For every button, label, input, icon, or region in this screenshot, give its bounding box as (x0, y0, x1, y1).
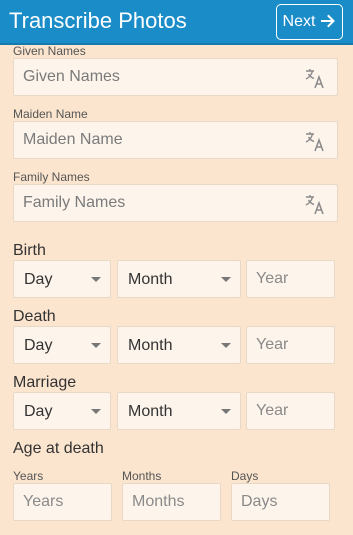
marriage-year-placeholder: Year (256, 402, 289, 419)
given-names-label: Given Names (13, 44, 86, 58)
transliterate-icon[interactable] (304, 67, 326, 89)
birth-year-placeholder: Year (256, 270, 289, 287)
marriage-month-value: Month (128, 403, 173, 420)
age-years-input[interactable]: Years (13, 483, 112, 521)
marriage-day-select[interactable]: Day (13, 392, 111, 430)
caret-down-icon (91, 343, 101, 348)
marriage-year-input[interactable]: Year (246, 392, 335, 430)
maiden-name-placeholder: Maiden Name (23, 131, 123, 148)
age-days-placeholder: Days (241, 493, 278, 510)
app-header: Transcribe Photos Next (0, 0, 353, 45)
birth-label: Birth (13, 242, 46, 259)
birth-month-value: Month (128, 271, 173, 288)
arrow-right-icon (320, 13, 336, 32)
caret-down-icon (221, 277, 231, 282)
birth-day-select[interactable]: Day (13, 260, 111, 298)
age-at-death-label: Age at death (13, 440, 104, 457)
given-names-placeholder: Given Names (23, 68, 120, 85)
caret-down-icon (221, 409, 231, 414)
marriage-month-select[interactable]: Month (117, 392, 241, 430)
death-day-value: Day (24, 337, 53, 354)
family-names-label: Family Names (13, 170, 90, 184)
age-months-label: Months (122, 469, 162, 483)
next-button-label: Next (282, 13, 316, 30)
maiden-name-field[interactable]: Maiden Name (13, 121, 338, 159)
death-month-select[interactable]: Month (117, 326, 241, 364)
maiden-name-label: Maiden Name (13, 107, 88, 121)
transliterate-icon[interactable] (304, 193, 326, 215)
caret-down-icon (91, 409, 101, 414)
death-year-placeholder: Year (256, 336, 289, 353)
death-month-value: Month (128, 337, 173, 354)
birth-month-select[interactable]: Month (117, 260, 241, 298)
birth-day-value: Day (24, 271, 53, 288)
death-year-input[interactable]: Year (246, 326, 335, 364)
death-label: Death (13, 308, 56, 325)
age-years-placeholder: Years (23, 493, 64, 510)
age-months-input[interactable]: Months (122, 483, 221, 521)
age-years-label: Years (13, 469, 44, 483)
birth-year-input[interactable]: Year (246, 260, 335, 298)
family-names-field[interactable]: Family Names (13, 184, 338, 222)
given-names-field[interactable]: Given Names (13, 58, 338, 96)
age-days-input[interactable]: Days (231, 483, 330, 521)
death-day-select[interactable]: Day (13, 326, 111, 364)
page-title: Transcribe Photos (9, 8, 187, 33)
marriage-label: Marriage (13, 374, 77, 391)
marriage-day-value: Day (24, 403, 53, 420)
age-months-placeholder: Months (132, 493, 185, 510)
next-button[interactable]: Next (276, 4, 343, 40)
age-days-label: Days (231, 469, 259, 483)
transliterate-icon[interactable] (304, 130, 326, 152)
caret-down-icon (91, 277, 101, 282)
caret-down-icon (221, 343, 231, 348)
family-names-placeholder: Family Names (23, 194, 126, 211)
